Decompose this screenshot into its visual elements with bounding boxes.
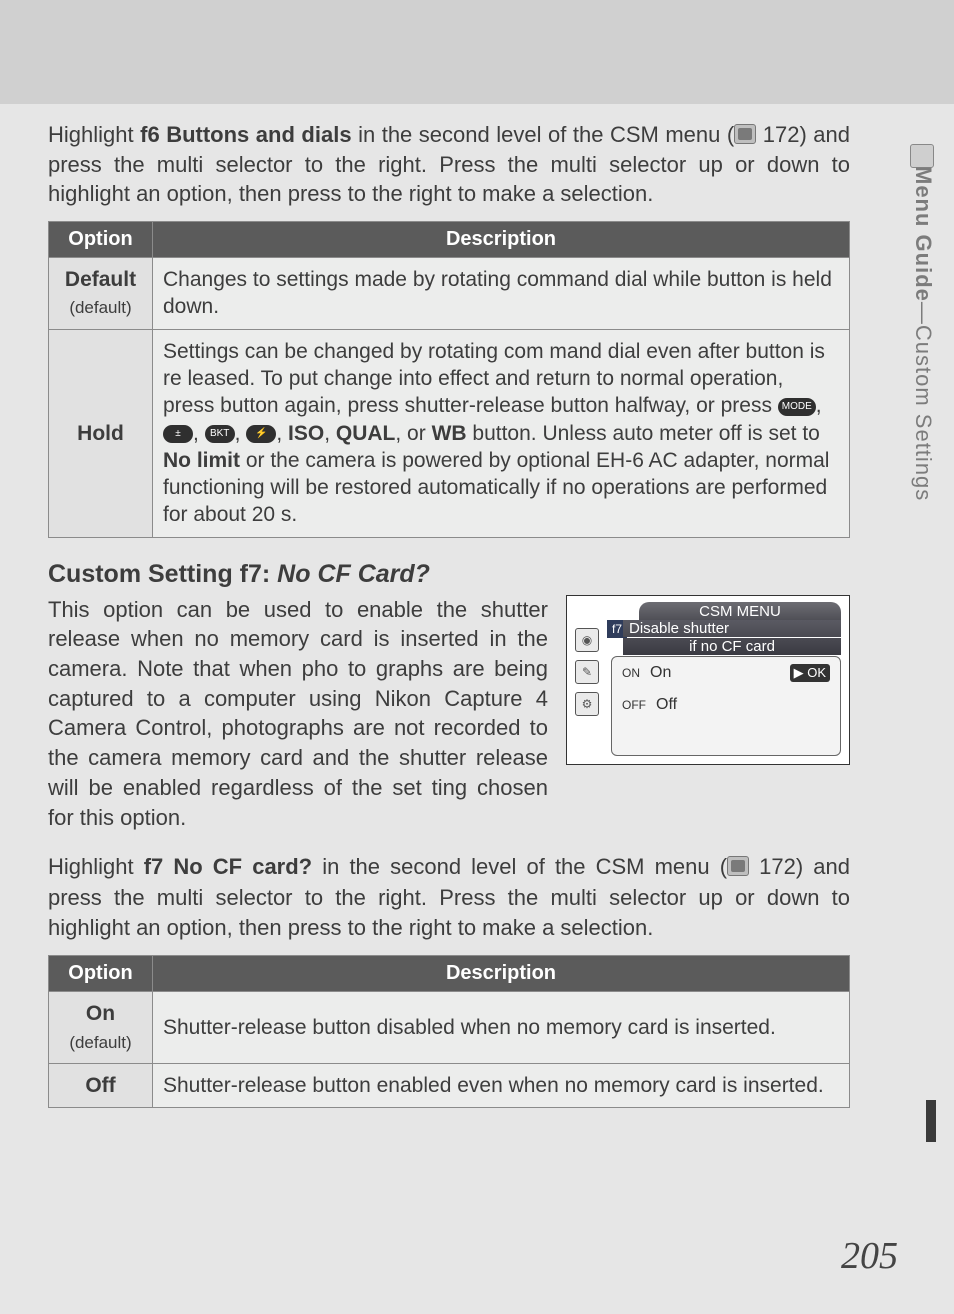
opt-cell-hold: Hold <box>49 329 153 537</box>
opt-main: On <box>86 1002 115 1025</box>
ref-icon <box>727 856 749 876</box>
desc-after-icons: button. Unless auto meter off is set to <box>467 422 820 445</box>
desc-cell: Shutter-release button disabled when no … <box>153 992 850 1064</box>
wrench-icon: ⚙ <box>575 692 599 716</box>
table-f6: Option Description Default (default) Cha… <box>48 221 850 538</box>
content-area: Highlight f6 Buttons and dials in the se… <box>48 120 850 1108</box>
nav-icons: ◉ ✎ ⚙ <box>575 620 607 756</box>
page-number: 205 <box>841 1234 898 1278</box>
qual-bold: QUAL <box>336 422 396 445</box>
opt-main: Default <box>65 268 136 291</box>
mode-icon: MODE <box>778 398 816 416</box>
on-label: On <box>650 664 671 682</box>
sidebar-text: Menu Guide—Custom Settings <box>910 166 936 501</box>
csm-body: ON On OK OFF Off <box>611 656 841 756</box>
table-row: Off Shutter-release button enabled even … <box>49 1063 850 1107</box>
intro2-bold: f7 No CF card? <box>144 854 312 879</box>
desc-cell: Shutter-release button enabled even when… <box>153 1063 850 1107</box>
opt-sub: (default) <box>69 1033 131 1052</box>
intro-pre: Highlight <box>48 122 140 147</box>
th-option: Option <box>49 222 153 258</box>
f7-para-col: This option can be used to enable the sh… <box>48 595 548 833</box>
section-title-pre: Custom Setting f7: <box>48 560 277 588</box>
sidebar-sep: — <box>911 302 936 325</box>
opt-main: Off <box>85 1074 115 1097</box>
opt-cell-on: On (default) <box>49 992 153 1064</box>
table-row: On (default) Shutter-release button disa… <box>49 992 850 1064</box>
sidebar-text-b: Custom Settings <box>911 325 936 501</box>
side-tab-label: Menu Guide—Custom Settings <box>910 166 936 526</box>
table-header: Option Description <box>49 222 850 258</box>
table-row: Default (default) Changes to settings ma… <box>49 258 850 330</box>
csm-sub2: if no CF card <box>623 638 841 655</box>
th-desc: Description <box>153 956 850 992</box>
opt-sub: (default) <box>69 298 131 317</box>
top-band <box>0 0 954 104</box>
csm-sub1: Disable shutter <box>623 620 841 637</box>
pencil-icon <box>910 144 934 168</box>
opt-main: Hold <box>77 422 124 445</box>
ref-icon <box>734 124 756 144</box>
th-desc: Description <box>153 222 850 258</box>
camera-screen: CSM MENU f7 Disable shutter if no CF car… <box>566 595 850 765</box>
camera-screen-inner: CSM MENU f7 Disable shutter if no CF car… <box>567 596 849 764</box>
table-row: Hold Settings can be changed by rotating… <box>49 329 850 537</box>
opt-cell-default: Default (default) <box>49 258 153 330</box>
two-col: This option can be used to enable the sh… <box>48 595 850 833</box>
intro-mid: in the second level of the CSM menu ( <box>352 122 735 147</box>
camera-icon: ◉ <box>575 628 599 652</box>
csm-option-off[interactable]: OFF Off <box>612 689 840 721</box>
flash-icon: ⚡ <box>246 425 276 443</box>
csm-option-on[interactable]: ON On OK <box>612 657 840 689</box>
off-badge: OFF <box>622 698 646 712</box>
csm-title: CSM MENU <box>639 602 841 621</box>
bkt-icon: BKT <box>205 425 235 443</box>
intro-bold: f6 Buttons and dials <box>140 122 351 147</box>
on-badge: ON <box>622 666 640 680</box>
ok-indicator: OK <box>790 664 830 682</box>
desc-cell: Settings can be changed by rotating com … <box>153 329 850 537</box>
intro2-para: Highlight f7 No CF card? in the second l… <box>48 852 850 943</box>
page: Menu Guide—Custom Settings Highlight f6 … <box>0 0 954 1314</box>
iso-bold: ISO <box>288 422 324 445</box>
thumb-tab <box>910 1100 936 1142</box>
intro2-pre: Highlight <box>48 854 144 879</box>
nolimit-bold: No limit <box>163 449 240 472</box>
opt-cell-off: Off <box>49 1063 153 1107</box>
off-label: Off <box>656 696 677 714</box>
desc-tail: or the camera is powered by optional EH-… <box>163 449 829 527</box>
intro-para: Highlight f6 Buttons and dials in the se… <box>48 120 850 209</box>
ev-icon: ± <box>163 425 193 443</box>
intro2-mid: in the second level of the CSM menu ( <box>312 854 727 879</box>
sidebar-text-a: Menu Guide <box>911 166 936 302</box>
wb-bold: WB <box>432 422 467 445</box>
desc-pre: Settings can be changed by rotating com … <box>163 340 825 418</box>
th-option: Option <box>49 956 153 992</box>
pencil-icon: ✎ <box>575 660 599 684</box>
table-header: Option Description <box>49 956 850 992</box>
f7-para: This option can be used to enable the sh… <box>48 595 548 833</box>
desc-cell: Changes to settings made by rotating com… <box>153 258 850 330</box>
section-title: Custom Setting f7: No CF Card? <box>48 560 850 589</box>
table-f7: Option Description On (default) Shutter-… <box>48 955 850 1108</box>
section-title-it: No CF Card? <box>277 560 430 588</box>
